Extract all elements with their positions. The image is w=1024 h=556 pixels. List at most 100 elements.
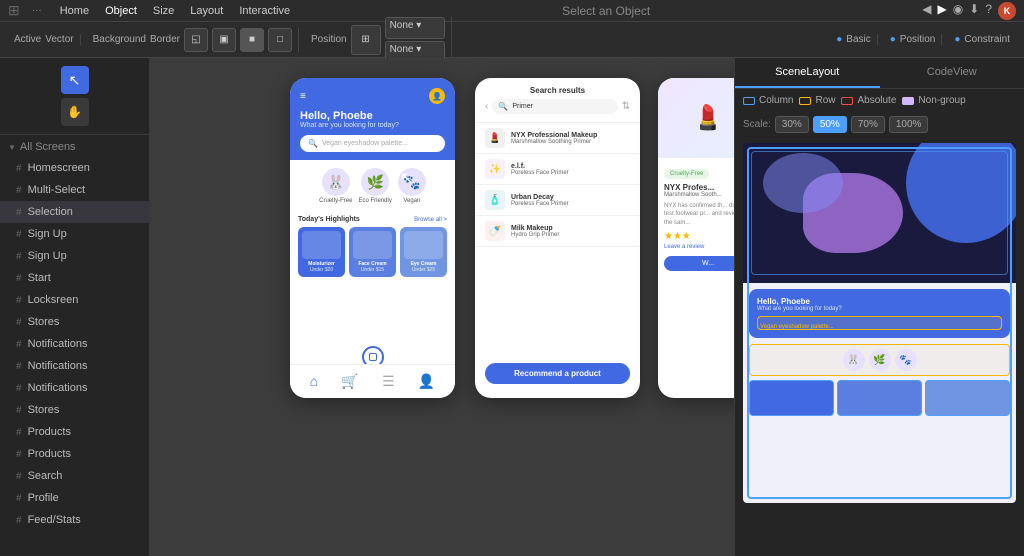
sidebar-item-signup1[interactable]: # Sign Up	[0, 223, 149, 245]
download-icon[interactable]: ⬇	[969, 2, 979, 20]
phone1-browse-all[interactable]: Browse all >	[414, 217, 447, 223]
active-label: Active	[14, 34, 41, 45]
preview-column-overlay	[751, 151, 1008, 275]
sidebar-item-label: Stores	[28, 404, 60, 416]
sidebar-item-label: Multi-Select	[28, 184, 85, 196]
sidebar-item-selection[interactable]: # Selection	[0, 201, 149, 223]
phone3-action-btn[interactable]: W...	[664, 256, 734, 271]
phone2-result-1[interactable]: 💄 NYX Professional Makeup Marshmallow So…	[475, 123, 640, 154]
scale-70-btn[interactable]: 70%	[851, 116, 885, 133]
hash-icon: #	[16, 207, 22, 218]
scale-label: Scale:	[743, 119, 771, 130]
pos-select-1[interactable]: None ▾	[385, 17, 445, 39]
hand-tool[interactable]: ✋	[61, 98, 89, 126]
preview-top-section	[743, 143, 1016, 283]
preview-cat-3: 🐾	[895, 349, 917, 371]
bg-btn-1[interactable]: ◱	[184, 28, 208, 52]
sidebar-item-signup2[interactable]: # Sign Up	[0, 245, 149, 267]
phone1-cart-nav[interactable]: 🛒	[341, 373, 358, 390]
phone1-header: ≡ 👤 Hello, Phoebe What are you looking f…	[290, 78, 455, 160]
sidebar-item-label: Stores	[28, 316, 60, 328]
phone1-cat-eco[interactable]: 🌿 Eco Friendly	[358, 168, 391, 204]
sidebar-item-lockscreen[interactable]: # Locksreen	[0, 289, 149, 311]
bg-btn-2[interactable]: ▣	[212, 28, 236, 52]
tab-scene-layout[interactable]: SceneLayout	[735, 58, 880, 88]
nav-interactive[interactable]: Interactive	[239, 5, 290, 17]
sidebar-item-notif3[interactable]: # Notifications	[0, 377, 149, 399]
phone2-result-3[interactable]: 🧴 Urban Decay Poreless Face Primer	[475, 185, 640, 216]
phone1-cat-cruelty[interactable]: 🐰 Cruelty-Free	[319, 168, 352, 204]
sidebar-item-notif1[interactable]: # Notifications	[0, 333, 149, 355]
bg-btn-3[interactable]: ■	[240, 28, 264, 52]
sidebar-item-search[interactable]: # Search	[0, 465, 149, 487]
nav-size[interactable]: Size	[153, 5, 174, 17]
phone3-leave-review[interactable]: Leave a review	[664, 244, 734, 250]
pos-grid-btn[interactable]: ⊞	[351, 25, 381, 55]
app-grid-icon[interactable]: ⊞	[8, 2, 20, 19]
phone-screen-1[interactable]: ≡ 👤 Hello, Phoebe What are you looking f…	[290, 78, 455, 398]
phone1-home-nav[interactable]: ⌂	[310, 373, 318, 390]
phone1-cat-vegan[interactable]: 🐾 Vegan	[398, 168, 426, 204]
hash-icon: #	[16, 361, 22, 372]
phone2-filter-icon[interactable]: ⇅	[622, 101, 630, 112]
help-icon[interactable]: ?	[985, 2, 992, 20]
sidebar-item-stores2[interactable]: # Stores	[0, 399, 149, 421]
phone1-product-2[interactable]: Face Cream Under $15	[349, 227, 396, 277]
legend-nongroup-dot	[902, 97, 914, 105]
play-icon[interactable]: ▶	[938, 2, 947, 20]
phone2-result-info-3: Urban Decay Poreless Face Primer	[511, 194, 569, 207]
phone1-user-nav[interactable]: 👤	[418, 373, 435, 390]
sidebar-item-homescreen[interactable]: # Homescreen	[0, 157, 149, 179]
tool-section-mode: ● Basic	[830, 34, 878, 45]
nav-object[interactable]: Object	[105, 5, 137, 17]
phone2-back-icon[interactable]: ‹	[485, 101, 488, 112]
phone1-product-price-2: Under $15	[353, 267, 392, 273]
phone1-product-price-1: Under $20	[302, 267, 341, 273]
phone1-product-1[interactable]: Moisturizer Under $20	[298, 227, 345, 277]
sidebar-item-products1[interactable]: # Products	[0, 421, 149, 443]
phone2-result-name-2: e.l.f.	[511, 163, 569, 170]
phone2-search-box[interactable]: 🔍 Primer	[492, 99, 617, 114]
avatar[interactable]: K	[998, 2, 1016, 20]
preview-product-3	[925, 380, 1010, 416]
phone2-result-4[interactable]: 🍼 Milk Makeup Hydro Grip Primer	[475, 216, 640, 247]
sidebar-item-notif2[interactable]: # Notifications	[0, 355, 149, 377]
phone1-bottom-nav: ⌂ 🛒 ☰ 👤	[290, 364, 455, 398]
phone3-product-emoji: 💄	[693, 104, 723, 133]
sidebar-item-products2[interactable]: # Products	[0, 443, 149, 465]
sidebar-section-all-screens[interactable]: ▼ All Screens	[0, 135, 149, 157]
layers-icon[interactable]: ◉	[953, 2, 963, 20]
phone2-result-img-1: 💄	[485, 128, 505, 148]
phone2-result-2[interactable]: ✨ e.l.f. Poreless Face Primer	[475, 154, 640, 185]
scale-50-btn[interactable]: 50%	[813, 116, 847, 133]
scale-30-btn[interactable]: 30%	[775, 116, 809, 133]
bg-btn-4[interactable]: □	[268, 28, 292, 52]
phone-screen-3[interactable]: 💄 Cruelty-Free NYX Profes... Marshmallow…	[658, 78, 734, 398]
phone1-list-nav[interactable]: ☰	[382, 373, 395, 390]
back-icon[interactable]: ◀	[922, 2, 931, 20]
phone1-cat-icon-3: 🐾	[398, 168, 426, 196]
nav-layout[interactable]: Layout	[190, 5, 223, 17]
sidebar-item-label: Sign Up	[28, 250, 67, 262]
sidebar-item-start[interactable]: # Start	[0, 267, 149, 289]
sidebar-item-stores1[interactable]: # Stores	[0, 311, 149, 333]
phone2-recommend-btn[interactable]: Recommend a product	[485, 363, 630, 384]
sidebar-item-feedstats[interactable]: # Feed/Stats	[0, 509, 149, 531]
sidebar-item-multiselect[interactable]: # Multi-Select	[0, 179, 149, 201]
vector-label: Vector	[45, 34, 73, 45]
preview-categories-row: 🐰 🌿 🐾	[749, 344, 1010, 376]
phone1-subtitle: What are you looking for today?	[300, 122, 445, 129]
hash-icon: #	[16, 339, 22, 350]
phone1-product-3[interactable]: Eye Cream Under $25	[400, 227, 447, 277]
tab-code-view[interactable]: CodeView	[880, 58, 1024, 88]
nav-home[interactable]: Home	[60, 5, 89, 17]
canvas-area[interactable]: ↖ ≡ 👤 Hello, Phoebe What are you looking…	[150, 58, 734, 556]
phone1-highlights-title: Today's Highlights	[298, 216, 360, 223]
select-tool[interactable]: ↖	[61, 66, 89, 94]
phone1-search-bar[interactable]: 🔍 Vegan eyeshadow palette...	[300, 135, 445, 152]
preview-search-overlay: Vegan eyeshadow palette...	[757, 316, 1002, 330]
scale-100-btn[interactable]: 100%	[889, 116, 929, 133]
sidebar-section-label: All Screens	[20, 141, 76, 153]
sidebar-item-profile[interactable]: # Profile	[0, 487, 149, 509]
phone-screen-2[interactable]: Search results ‹ 🔍 Primer ⇅ 💄 NYX Profes…	[475, 78, 640, 398]
